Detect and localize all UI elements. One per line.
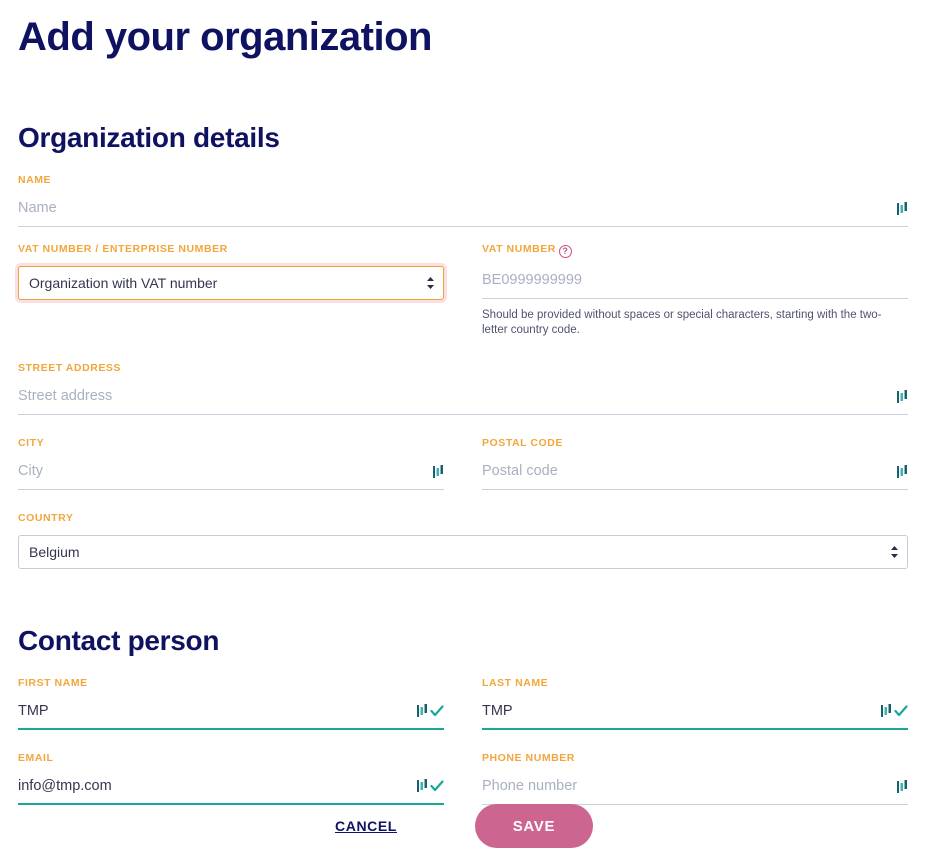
city-label: CITY [18,437,444,449]
country-field: COUNTRY Belgium [18,512,908,569]
name-input-wrap[interactable] [18,197,908,227]
phone-input[interactable] [482,775,908,797]
first-name-input-wrap[interactable] [18,700,444,730]
vat-type-label: VAT NUMBER / ENTERPRISE NUMBER [18,243,444,255]
vat-number-field: VAT NUMBER? Should be provided without s… [482,243,908,338]
form-actions: CANCEL SAVE [0,804,926,848]
first-name-input[interactable] [18,700,444,722]
street-address-field: STREET ADDRESS [18,362,908,415]
city-field: CITY [18,437,444,490]
vat-row: VAT NUMBER / ENTERPRISE NUMBER Organizat… [18,243,908,338]
vat-number-label: VAT NUMBER? [482,243,908,258]
first-name-label: FIRST NAME [18,677,444,689]
last-name-input-wrap[interactable] [482,700,908,730]
country-select[interactable]: Belgium [18,535,908,569]
country-row: COUNTRY Belgium [18,512,908,569]
phone-input-wrap[interactable] [482,775,908,805]
page-title: Add your organization [18,0,908,64]
email-field: EMAIL [18,752,444,805]
organization-details-heading: Organization details [18,118,908,158]
city-input[interactable] [18,460,444,482]
name-field: NAME [18,174,908,227]
vat-type-field: VAT NUMBER / ENTERPRISE NUMBER Organizat… [18,243,444,338]
name-row: NAME [18,174,908,227]
phone-field: PHONE NUMBER [482,752,908,805]
vat-number-label-text: VAT NUMBER [482,243,556,255]
first-name-field: FIRST NAME [18,677,444,730]
street-address-input[interactable] [18,385,908,407]
country-select-wrap[interactable]: Belgium [18,535,908,569]
last-name-field: LAST NAME [482,677,908,730]
postal-code-field: POSTAL CODE [482,437,908,490]
city-input-wrap[interactable] [18,460,444,490]
street-address-row: STREET ADDRESS [18,362,908,415]
name-contact-row: FIRST NAME LAST NAME [18,677,908,730]
country-label: COUNTRY [18,512,908,524]
postal-code-input-wrap[interactable] [482,460,908,490]
cancel-button[interactable]: CANCEL [333,814,399,838]
add-organization-page: Add your organization Organization detai… [0,0,926,866]
postal-code-input[interactable] [482,460,908,482]
name-label: NAME [18,174,908,186]
postal-code-label: POSTAL CODE [482,437,908,449]
phone-label: PHONE NUMBER [482,752,908,764]
email-input[interactable] [18,775,444,797]
street-address-label: STREET ADDRESS [18,362,908,374]
organization-details-section: Organization details NAME VAT NUMBER / E… [18,118,908,569]
vat-type-select-wrap[interactable]: Organization with VAT number [18,266,444,300]
last-name-label: LAST NAME [482,677,908,689]
city-postal-row: CITY POSTAL CODE [18,437,908,490]
street-address-input-wrap[interactable] [18,385,908,415]
save-button[interactable]: SAVE [475,804,593,848]
help-icon[interactable]: ? [559,245,572,258]
name-input[interactable] [18,197,908,219]
email-label: EMAIL [18,752,444,764]
last-name-input[interactable] [482,700,908,722]
vat-number-input-wrap[interactable] [482,269,908,299]
email-input-wrap[interactable] [18,775,444,805]
email-phone-row: EMAIL PHONE NUMBER [18,752,908,805]
contact-person-heading: Contact person [18,621,908,661]
contact-person-section: Contact person FIRST NAME [18,621,908,805]
vat-type-select[interactable]: Organization with VAT number [18,266,444,300]
vat-number-hint: Should be provided without spaces or spe… [482,308,902,338]
vat-number-input[interactable] [482,269,908,291]
